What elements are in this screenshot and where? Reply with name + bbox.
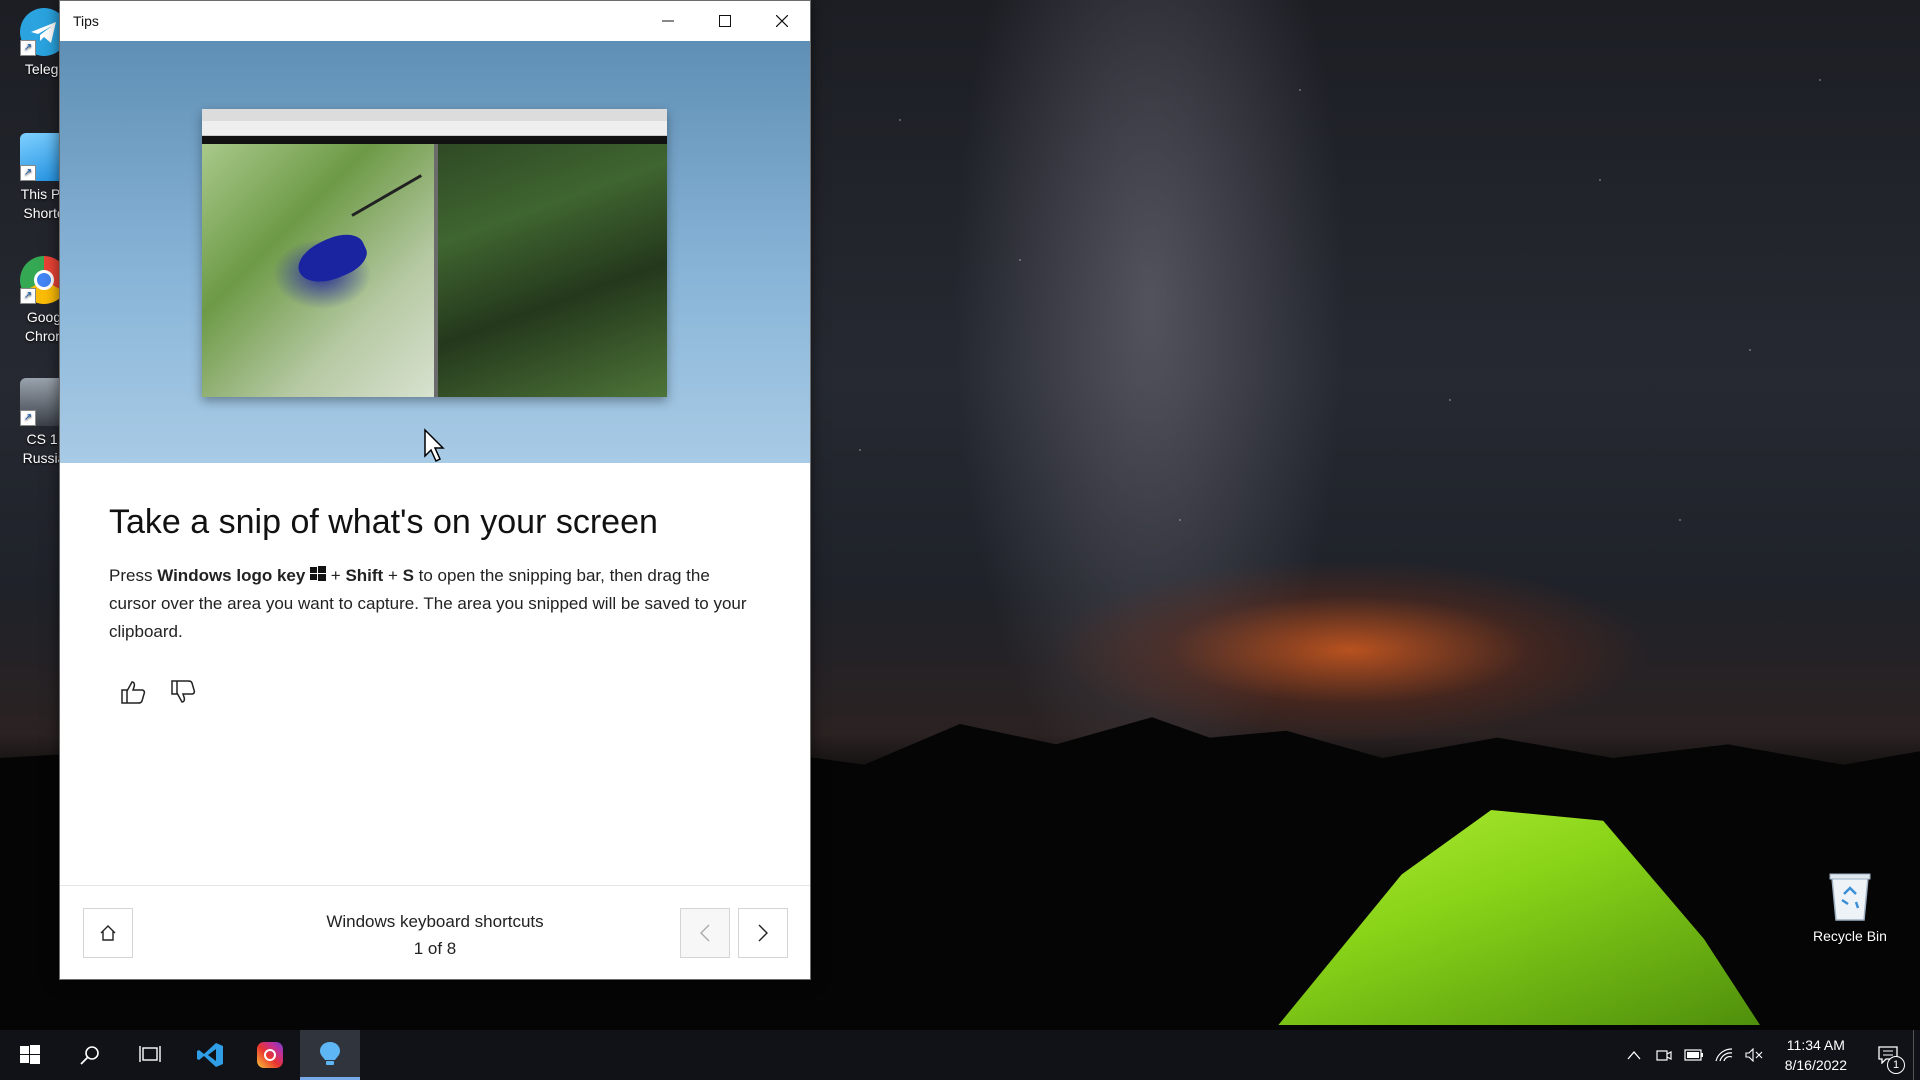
wifi-icon	[1715, 1048, 1732, 1062]
mouse-cursor-icon	[424, 428, 445, 463]
minimize-icon	[661, 20, 674, 22]
shortcut-arrow-icon: ↗	[20, 410, 36, 426]
clock[interactable]: 11:34 AM 8/16/2022	[1769, 1035, 1863, 1075]
battery-button[interactable]	[1679, 1030, 1709, 1080]
show-hidden-icons-button[interactable]	[1619, 1030, 1649, 1080]
thumbs-down-button[interactable]	[169, 678, 197, 706]
start-button[interactable]	[0, 1030, 60, 1080]
window-title: Tips	[73, 13, 99, 29]
page-indicator: 1 of 8	[413, 939, 457, 958]
vscode-icon	[197, 1043, 223, 1067]
home-icon	[100, 925, 116, 941]
clock-date: 8/16/2022	[1784, 1057, 1847, 1073]
jungle-photo	[438, 144, 667, 397]
search-icon	[80, 1046, 99, 1065]
collection-info: Windows keyboard shortcuts 1 of 8	[280, 908, 590, 962]
desktop-icon-recycle-bin[interactable]: Recycle Bin	[1800, 870, 1900, 944]
taskbar: 11:34 AM 8/16/2022 1	[0, 1030, 1920, 1080]
home-button[interactable]	[83, 908, 133, 958]
shortcut-arrow-icon: ↗	[20, 40, 36, 56]
search-button[interactable]	[60, 1030, 120, 1080]
tip-description: Press Windows logo key + Shift + S to op…	[109, 566, 747, 641]
maximize-icon	[718, 15, 731, 27]
tips-footer: Windows keyboard shortcuts 1 of 8	[60, 885, 810, 979]
instagram-icon	[257, 1042, 283, 1068]
show-desktop-button[interactable]	[1913, 1030, 1920, 1080]
windows-logo-icon	[310, 566, 327, 581]
shortcut-arrow-icon: ↗	[20, 165, 36, 181]
thumbs-up-icon	[121, 681, 146, 704]
shortcut-arrow-icon: ↗	[20, 288, 36, 304]
collection-title: Windows keyboard shortcuts	[326, 912, 544, 931]
previous-button[interactable]	[680, 908, 730, 958]
recycle-bin-icon	[1828, 870, 1872, 922]
key-shift: Shift	[345, 566, 384, 585]
system-tray: 11:34 AM 8/16/2022 1	[1619, 1030, 1920, 1080]
thumbs-up-button[interactable]	[119, 678, 147, 706]
minimize-button[interactable]	[639, 1, 696, 41]
hummingbird-photo	[202, 144, 434, 397]
maximize-button[interactable]	[696, 1, 753, 41]
camera-icon	[1656, 1050, 1672, 1061]
tip-heading: Take a snip of what's on your screen	[109, 503, 658, 541]
recycle-bin-label: Recycle Bin	[1813, 928, 1887, 944]
title-bar[interactable]: Tips	[60, 1, 810, 41]
tips-icon	[320, 1041, 340, 1065]
next-button[interactable]	[738, 908, 788, 958]
volume-muted-icon	[1745, 1048, 1763, 1062]
snip-illustration	[202, 109, 667, 397]
taskbar-app-vscode[interactable]	[180, 1030, 240, 1080]
clock-time: 11:34 AM	[1786, 1037, 1845, 1053]
feedback-row	[109, 678, 761, 706]
start-icon	[20, 1045, 40, 1064]
task-view-icon	[139, 1046, 161, 1062]
notification-count-badge: 1	[1887, 1056, 1905, 1074]
thumbs-down-icon	[171, 680, 196, 703]
battery-icon	[1684, 1049, 1703, 1061]
action-center-button[interactable]: 1	[1863, 1030, 1913, 1080]
chevron-right-icon	[758, 924, 768, 942]
task-view-button[interactable]	[120, 1030, 180, 1080]
meet-now-button[interactable]	[1649, 1030, 1679, 1080]
tip-content: Take a snip of what's on your screen Pre…	[60, 503, 810, 706]
taskbar-app-tips[interactable]	[300, 1030, 360, 1080]
tip-hero-image	[60, 41, 810, 463]
network-button[interactable]	[1709, 1030, 1739, 1080]
chevron-left-icon	[700, 924, 710, 942]
tips-window: Tips Take a snip of what's on your scree…	[59, 0, 811, 980]
key-s: S	[402, 566, 414, 585]
key-windows: Windows logo key	[157, 566, 306, 585]
close-button[interactable]	[753, 1, 810, 41]
chevron-up-icon	[1627, 1051, 1641, 1060]
close-icon	[775, 15, 788, 27]
volume-button[interactable]	[1739, 1030, 1769, 1080]
taskbar-app-instagram[interactable]	[240, 1030, 300, 1080]
